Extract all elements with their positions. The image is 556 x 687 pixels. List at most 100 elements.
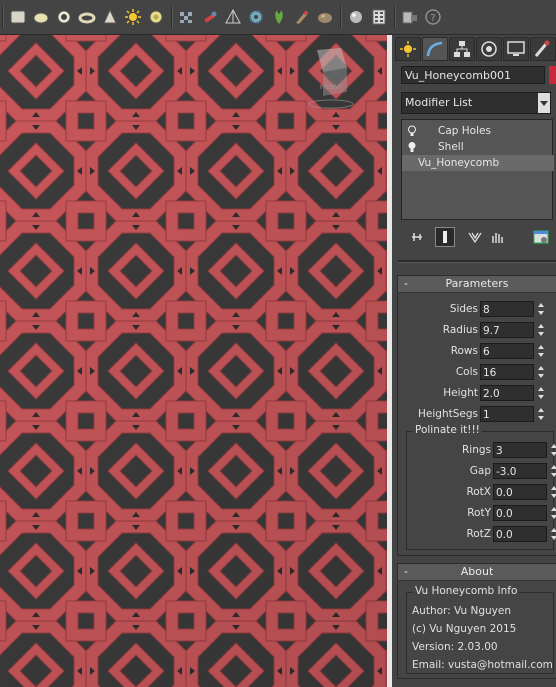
object-name-field[interactable]: Vu_Honeycomb001 [401, 66, 545, 84]
material-ball-icon[interactable] [346, 7, 366, 27]
object-color-swatch[interactable] [549, 66, 556, 84]
spinner-arrows-icon[interactable] [536, 364, 546, 380]
torus-icon[interactable] [77, 7, 97, 27]
param-label: Cols [455, 366, 478, 378]
light-icon[interactable] [123, 7, 143, 27]
rollout-title: About [460, 565, 494, 578]
param-spinner-field[interactable]: 0.0 [493, 505, 547, 521]
toolbar-separator [394, 6, 396, 28]
geosphere-icon[interactable] [146, 7, 166, 27]
param-spinner-field[interactable]: 3 [493, 442, 547, 458]
brush-icon[interactable] [292, 7, 312, 27]
stone-icon[interactable] [315, 7, 335, 27]
parameters-rollout: - Parameters Sides 8 Radius 9.7 Rows 6 Cols 16 H… [397, 275, 556, 556]
param-label: Height [443, 387, 478, 399]
spinner-arrows-icon[interactable] [549, 526, 556, 542]
toolbar-grip [2, 6, 4, 28]
utilities-tab[interactable] [530, 37, 556, 61]
about-rollout-header[interactable]: - About [398, 564, 556, 581]
gear-icon[interactable] [246, 7, 266, 27]
display-tab[interactable] [503, 37, 529, 61]
spinner-arrows-icon[interactable] [536, 406, 546, 422]
spinner-arrows-icon[interactable] [536, 301, 546, 317]
param-spinner-field[interactable]: 8 [480, 301, 534, 317]
render-icon[interactable] [400, 7, 420, 27]
parameters-rollout-header[interactable]: - Parameters [398, 276, 556, 293]
param-label: Rings [461, 444, 491, 456]
param-row: RotY 0.0 [407, 504, 556, 525]
stack-item-cap-holes[interactable]: Cap Holes [402, 123, 554, 139]
param-spinner-field[interactable]: 0.0 [493, 484, 547, 500]
create-tab[interactable] [395, 37, 421, 61]
about-author: Author: Vu Nguyen [412, 605, 512, 617]
main-toolbar: ? [0, 0, 556, 35]
param-label: Sides [449, 303, 478, 315]
lightbulb-icon[interactable] [407, 125, 417, 137]
param-spinner-field[interactable]: 9.7 [480, 322, 534, 338]
plant-icon[interactable] [269, 7, 289, 27]
wrench-icon[interactable] [200, 7, 220, 27]
chevron-down-icon[interactable] [538, 93, 550, 113]
collapse-toggle[interactable]: - [404, 564, 408, 580]
gizmo-icon[interactable] [223, 7, 243, 27]
configure-modifier-sets-icon[interactable] [531, 227, 551, 247]
box-icon[interactable] [8, 7, 28, 27]
motion-tab[interactable] [476, 37, 502, 61]
viewcube-label: FRONT [320, 84, 343, 91]
param-label: RotY [467, 507, 491, 519]
spinner-arrows-icon[interactable] [549, 484, 556, 500]
param-row: Rings 3 [407, 441, 556, 462]
cone-icon[interactable] [100, 7, 120, 27]
spinner-arrows-icon[interactable] [549, 463, 556, 479]
param-label: RotX [466, 486, 491, 498]
group-title: Vu Honeycomb Info [413, 585, 520, 597]
panel-divider [398, 260, 556, 263]
cylinder-icon[interactable] [54, 7, 74, 27]
param-label: Radius [442, 324, 478, 336]
param-row: Rows 6 [398, 342, 556, 363]
modify-tab[interactable] [422, 37, 448, 61]
param-spinner-field[interactable]: 6 [480, 343, 534, 359]
show-end-result-icon[interactable] [435, 227, 455, 247]
pin-stack-icon[interactable] [407, 227, 427, 247]
lightbulb-icon[interactable] [407, 141, 417, 153]
param-row: Radius 9.7 [398, 321, 556, 342]
hierarchy-tab[interactable] [449, 37, 475, 61]
stack-item-label: Cap Holes [438, 125, 491, 137]
about-version: Version: 2.03.00 [412, 641, 498, 653]
param-spinner-field[interactable]: 2.0 [480, 385, 534, 401]
param-spinner-field[interactable]: 1 [480, 406, 534, 422]
param-label: Gap [469, 465, 491, 477]
modifier-list-dropdown[interactable]: Modifier List [401, 92, 551, 114]
checker-icon[interactable] [177, 7, 197, 27]
spinner-arrows-icon[interactable] [536, 343, 546, 359]
viewport-border [387, 35, 392, 687]
spinner-arrows-icon[interactable] [549, 442, 556, 458]
param-row: Sides 8 [398, 300, 556, 321]
remove-modifier-icon[interactable] [487, 227, 507, 247]
stack-item-label: Vu_Honeycomb [418, 157, 500, 169]
stack-item-shell[interactable]: Shell [402, 139, 554, 155]
stack-item-vu-honeycomb[interactable]: Vu_Honeycomb [402, 155, 554, 171]
make-unique-icon[interactable] [465, 227, 485, 247]
param-row: Cols 16 [398, 363, 556, 384]
spinner-arrows-icon[interactable] [536, 322, 546, 338]
param-row: HeightSegs 1 [398, 405, 556, 426]
sphere-icon[interactable] [31, 7, 51, 27]
help-icon[interactable]: ? [423, 7, 443, 27]
collapse-toggle[interactable]: - [404, 276, 408, 292]
viewport-front[interactable]: FRONT [0, 35, 389, 687]
viewcube-icon[interactable] [295, 42, 355, 112]
param-spinner-field[interactable]: 0.0 [493, 526, 547, 542]
svg-text:?: ? [430, 13, 435, 24]
honeycomb-mesh [0, 35, 389, 687]
param-spinner-field[interactable]: 16 [480, 364, 534, 380]
param-label: HeightSegs [418, 408, 478, 420]
schematic-icon[interactable] [369, 7, 389, 27]
spinner-arrows-icon[interactable] [536, 385, 546, 401]
spinner-arrows-icon[interactable] [549, 505, 556, 521]
about-rollout: - About Vu Honeycomb Info Author: Vu Ngu… [397, 563, 556, 679]
modifier-stack: Cap Holes Shell Vu_Honeycomb [401, 119, 554, 220]
about-copyright: (c) Vu Nguyen 2015 [412, 623, 517, 635]
param-spinner-field[interactable]: -3.0 [493, 463, 547, 479]
